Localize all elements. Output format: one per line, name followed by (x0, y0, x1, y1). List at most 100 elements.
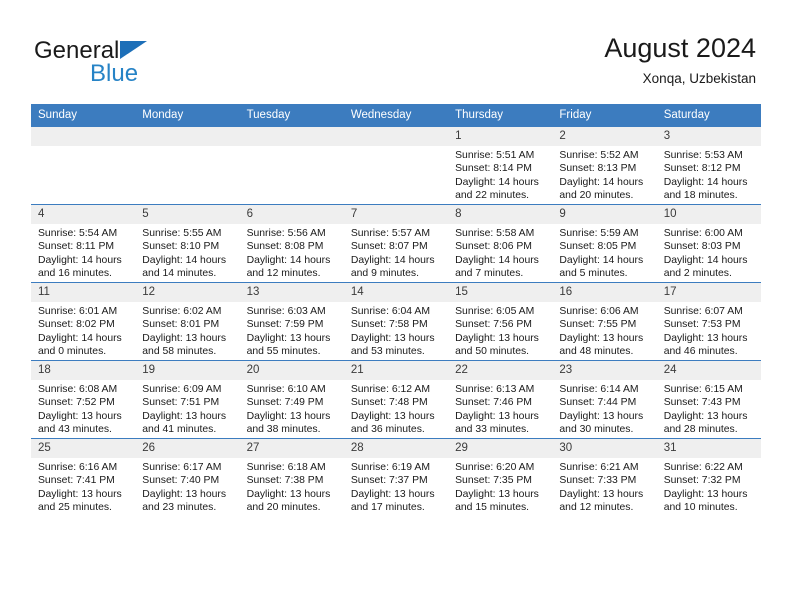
weekday-header-friday: Friday (552, 104, 657, 127)
sunset-text: Sunset: 7:55 PM (559, 319, 637, 331)
calendar-day-cell[interactable]: 27 Sunrise: 6:18 AM Sunset: 7:38 PM Dayligh… (239, 438, 344, 516)
daylight-text-line2: and 16 minutes. (38, 267, 112, 279)
day-number (31, 127, 136, 146)
calendar-day-cell[interactable]: 29 Sunrise: 6:20 AM Sunset: 7:35 PM Dayligh… (448, 438, 553, 516)
day-details: Sunrise: 5:55 AM Sunset: 8:10 PM Daylight:… (135, 224, 239, 280)
day-details: Sunrise: 6:00 AM Sunset: 8:03 PM Daylight:… (657, 224, 761, 280)
calendar-day-cell[interactable]: 21 Sunrise: 6:12 AM Sunset: 7:48 PM Dayligh… (343, 360, 449, 439)
day-details: Sunrise: 5:53 AM Sunset: 8:12 PM Daylight:… (657, 146, 761, 202)
day-details: Sunrise: 6:18 AM Sunset: 7:38 PM Daylight:… (240, 458, 344, 514)
sunrise-text: Sunrise: 6:16 AM (38, 462, 118, 473)
weekday-header-tuesday: Tuesday (239, 104, 344, 127)
sunrise-text: Sunrise: 5:59 AM (559, 228, 639, 239)
weekday-header-row: Sunday Monday Tuesday Wednesday Thursday… (31, 104, 761, 127)
sunset-text: Sunset: 8:10 PM (142, 241, 220, 253)
calendar-body: 1 Sunrise: 5:51 AM Sunset: 8:14 PM Daylight… (31, 126, 761, 516)
calendar-week-row: 4 Sunrise: 5:54 AM Sunset: 8:11 PM Daylight… (31, 204, 761, 283)
day-details: Sunrise: 6:05 AM Sunset: 7:56 PM Daylight:… (448, 302, 552, 358)
daylight-text-line2: and 50 minutes. (455, 345, 530, 357)
day-number: 31 (656, 439, 761, 458)
sunrise-text: Sunrise: 5:57 AM (350, 228, 430, 239)
calendar-day-cell[interactable]: 24 Sunrise: 6:15 AM Sunset: 7:43 PM Dayligh… (656, 360, 761, 439)
calendar-day-cell[interactable]: 4 Sunrise: 5:54 AM Sunset: 8:11 PM Daylight… (31, 204, 136, 283)
sunset-text: Sunset: 7:56 PM (455, 319, 532, 331)
sunset-text: Sunset: 7:44 PM (559, 397, 637, 409)
sunrise-text: Sunrise: 5:52 AM (559, 150, 639, 161)
calendar-day-cell[interactable]: 18 Sunrise: 6:08 AM Sunset: 7:52 PM Dayligh… (31, 360, 136, 439)
calendar-day-cell[interactable]: 25 Sunrise: 6:16 AM Sunset: 7:41 PM Dayligh… (31, 438, 136, 516)
calendar-day-cell[interactable]: 8 Sunrise: 5:58 AM Sunset: 8:06 PM Daylight… (448, 204, 553, 283)
day-details: Sunrise: 6:14 AM Sunset: 7:44 PM Daylight:… (552, 380, 656, 436)
sunrise-text: Sunrise: 6:14 AM (559, 384, 639, 395)
calendar-day-cell[interactable]: 1 Sunrise: 5:51 AM Sunset: 8:14 PM Daylight… (448, 126, 553, 205)
daylight-text-line1: Daylight: 13 hours (455, 488, 539, 500)
calendar-day-cell[interactable]: 7 Sunrise: 5:57 AM Sunset: 8:07 PM Daylight… (343, 204, 449, 283)
page-header: General Blue August 2024 Xonqa, Uzbekist… (0, 0, 792, 104)
calendar-day-cell[interactable]: 9 Sunrise: 5:59 AM Sunset: 8:05 PM Daylight… (552, 204, 657, 283)
sunset-text: Sunset: 7:35 PM (455, 475, 532, 487)
daylight-text-line1: Daylight: 14 hours (663, 176, 748, 188)
calendar-day-cell[interactable]: 2 Sunrise: 5:52 AM Sunset: 8:13 PM Daylight… (552, 126, 657, 205)
daylight-text-line2: and 20 minutes. (246, 501, 321, 513)
day-number: 14 (343, 283, 449, 302)
calendar-day-cell[interactable]: 15 Sunrise: 6:05 AM Sunset: 7:56 PM Dayligh… (448, 282, 553, 361)
daylight-text-line1: Daylight: 13 hours (142, 488, 227, 500)
calendar-page: General Blue August 2024 Xonqa, Uzbekist… (0, 0, 792, 612)
calendar-day-cell[interactable]: 19 Sunrise: 6:09 AM Sunset: 7:51 PM Dayligh… (135, 360, 240, 439)
day-number: 5 (135, 205, 240, 224)
sunset-text: Sunset: 8:06 PM (455, 241, 532, 253)
day-details: Sunrise: 6:17 AM Sunset: 7:40 PM Daylight:… (135, 458, 239, 514)
calendar-day-cell[interactable]: 23 Sunrise: 6:14 AM Sunset: 7:44 PM Dayligh… (552, 360, 657, 439)
sunset-text: Sunset: 7:43 PM (663, 397, 741, 409)
daylight-text-line1: Daylight: 14 hours (559, 176, 644, 188)
sunrise-text: Sunrise: 6:00 AM (663, 228, 743, 239)
calendar-day-cell[interactable]: 13 Sunrise: 6:03 AM Sunset: 7:59 PM Dayligh… (239, 282, 344, 361)
sunset-text: Sunset: 8:12 PM (663, 163, 741, 175)
sunrise-text: Sunrise: 6:15 AM (663, 384, 743, 395)
calendar-day-cell[interactable]: 30 Sunrise: 6:21 AM Sunset: 7:33 PM Dayligh… (552, 438, 657, 516)
daylight-text-line1: Daylight: 13 hours (455, 410, 539, 422)
daylight-text-line2: and 18 minutes. (663, 189, 738, 201)
day-number: 24 (656, 361, 761, 380)
sunset-text: Sunset: 7:53 PM (663, 319, 741, 331)
daylight-text-line2: and 15 minutes. (455, 501, 530, 513)
calendar-day-cell[interactable]: 11 Sunrise: 6:01 AM Sunset: 8:02 PM Dayligh… (31, 282, 136, 361)
calendar-day-cell[interactable]: 10 Sunrise: 6:00 AM Sunset: 8:03 PM Dayligh… (656, 204, 761, 283)
calendar-day-cell[interactable]: 17 Sunrise: 6:07 AM Sunset: 7:53 PM Dayligh… (656, 282, 761, 361)
calendar-day-cell[interactable]: 26 Sunrise: 6:17 AM Sunset: 7:40 PM Dayligh… (135, 438, 240, 516)
day-number (135, 127, 240, 146)
daylight-text-line2: and 25 minutes. (38, 501, 112, 513)
calendar-day-cell[interactable]: 14 Sunrise: 6:04 AM Sunset: 7:58 PM Dayligh… (343, 282, 449, 361)
daylight-text-line2: and 7 minutes. (455, 267, 524, 279)
calendar-day-cell[interactable]: 22 Sunrise: 6:13 AM Sunset: 7:46 PM Dayligh… (448, 360, 553, 439)
day-number: 25 (31, 439, 136, 458)
day-details: Sunrise: 6:13 AM Sunset: 7:46 PM Daylight:… (448, 380, 552, 436)
sunrise-text: Sunrise: 6:12 AM (350, 384, 430, 395)
calendar-day-cell[interactable]: 5 Sunrise: 5:55 AM Sunset: 8:10 PM Daylight… (135, 204, 240, 283)
day-details: Sunrise: 6:08 AM Sunset: 7:52 PM Daylight:… (31, 380, 135, 436)
calendar-day-cell[interactable]: 31 Sunrise: 6:22 AM Sunset: 7:32 PM Dayligh… (656, 438, 761, 516)
weekday-header-thursday: Thursday (448, 104, 553, 127)
day-number: 1 (448, 127, 553, 146)
calendar-day-cell[interactable]: 6 Sunrise: 5:56 AM Sunset: 8:08 PM Daylight… (239, 204, 344, 283)
sunset-text: Sunset: 8:14 PM (455, 163, 532, 175)
calendar-day-cell[interactable]: 12 Sunrise: 6:02 AM Sunset: 8:01 PM Dayligh… (135, 282, 240, 361)
calendar-day-cell[interactable]: 3 Sunrise: 5:53 AM Sunset: 8:12 PM Daylight… (656, 126, 761, 205)
day-details: Sunrise: 6:06 AM Sunset: 7:55 PM Daylight:… (552, 302, 656, 358)
day-details: Sunrise: 5:52 AM Sunset: 8:13 PM Daylight:… (552, 146, 656, 202)
calendar-day-cell[interactable]: 16 Sunrise: 6:06 AM Sunset: 7:55 PM Dayligh… (552, 282, 657, 361)
day-details: Sunrise: 5:57 AM Sunset: 8:07 PM Daylight:… (344, 224, 448, 280)
daylight-text-line2: and 0 minutes. (38, 345, 107, 357)
daylight-text-line2: and 58 minutes. (142, 345, 217, 357)
calendar-day-cell[interactable]: 28 Sunrise: 6:19 AM Sunset: 7:37 PM Dayligh… (343, 438, 449, 516)
day-number: 16 (552, 283, 657, 302)
day-number: 2 (552, 127, 657, 146)
day-number: 23 (552, 361, 657, 380)
calendar-day-cell[interactable]: 20 Sunrise: 6:10 AM Sunset: 7:49 PM Dayligh… (239, 360, 344, 439)
day-details: Sunrise: 5:51 AM Sunset: 8:14 PM Daylight:… (448, 146, 552, 202)
day-number: 22 (448, 361, 553, 380)
daylight-text-line2: and 2 minutes. (663, 267, 732, 279)
general-blue-logo[interactable]: General Blue (34, 38, 214, 87)
day-details: Sunrise: 6:22 AM Sunset: 7:32 PM Daylight:… (657, 458, 761, 514)
daylight-text-line1: Daylight: 14 hours (246, 254, 331, 266)
